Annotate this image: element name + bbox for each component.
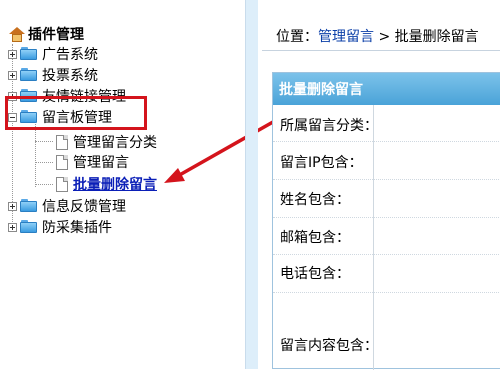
- document-icon: [56, 154, 68, 170]
- plugin-tree: 插件管理 广告系统 投票系统 友情链接管理 留言板管理 管理留言分类 管理留言 …: [0, 0, 245, 369]
- expand-plus-icon[interactable]: [8, 201, 17, 211]
- folder-icon: [20, 68, 38, 82]
- folder-icon: [20, 220, 38, 234]
- tree-item-label: 广告系统: [42, 47, 98, 63]
- breadcrumb-link[interactable]: 管理留言: [318, 29, 374, 45]
- divider: [262, 50, 500, 51]
- name-input[interactable]: [373, 179, 500, 217]
- tree-subitem-label-active[interactable]: 批量删除留言: [73, 174, 157, 194]
- document-icon: [56, 176, 68, 192]
- breadcrumb-prefix: 位置：: [276, 29, 318, 45]
- annotation-highlight-box: [5, 96, 147, 130]
- expand-plus-icon[interactable]: [8, 49, 17, 59]
- document-icon: [56, 134, 68, 150]
- folder-icon: [20, 199, 38, 213]
- field-label: 所属留言分类：: [280, 118, 378, 134]
- tree-item-ads[interactable]: 广告系统: [8, 44, 98, 64]
- email-input[interactable]: [373, 217, 500, 254]
- form-row-name: 姓名包含：: [273, 179, 500, 218]
- tree-item-anticrawl[interactable]: 防采集插件: [8, 217, 112, 237]
- form-row-phone: 电话包含：: [273, 254, 500, 293]
- content-input[interactable]: [373, 292, 500, 370]
- category-select[interactable]: [373, 105, 500, 141]
- form-row-email: 邮箱包含：: [273, 217, 500, 255]
- batch-delete-form: 批量删除留言 所属留言分类： 留言IP包含： 姓名包含： 邮箱包含： 电话包含：…: [272, 72, 500, 370]
- tree-item-label: 防采集插件: [42, 220, 112, 236]
- field-label: 电话包含：: [280, 266, 350, 282]
- main-content: 位置：管理留言 > 批量删除留言 批量删除留言 所属留言分类： 留言IP包含： …: [262, 0, 500, 370]
- breadcrumb: 位置：管理留言 > 批量删除留言: [276, 26, 479, 46]
- home-icon: [9, 26, 25, 42]
- form-title: 批量删除留言: [273, 73, 500, 105]
- sidebar-splitter[interactable]: [245, 0, 258, 369]
- expand-plus-icon[interactable]: [8, 222, 17, 232]
- form-row-ip: 留言IP包含：: [273, 141, 500, 180]
- form-row-category: 所属留言分类：: [273, 105, 500, 142]
- breadcrumb-separator: >: [374, 29, 395, 45]
- field-label: 邮箱包含：: [280, 230, 350, 246]
- tree-subitem-batch-delete[interactable]: 批量删除留言: [56, 174, 157, 194]
- tree-subitem-manage-messages[interactable]: 管理留言: [56, 152, 129, 172]
- tree-subitem-label: 管理留言分类: [73, 135, 157, 151]
- tree-subitem-manage-categories[interactable]: 管理留言分类: [56, 132, 157, 152]
- tree-root[interactable]: 插件管理: [9, 24, 84, 44]
- tree-item-vote[interactable]: 投票系统: [8, 65, 98, 85]
- phone-input[interactable]: [373, 254, 500, 292]
- folder-icon: [20, 47, 38, 61]
- tree-root-label: 插件管理: [28, 27, 84, 43]
- expand-plus-icon[interactable]: [8, 70, 17, 80]
- form-row-content: 留言内容包含：: [273, 292, 500, 370]
- field-label: 留言内容包含：: [280, 338, 378, 354]
- field-label: 姓名包含：: [280, 192, 350, 208]
- breadcrumb-current: 批量删除留言: [394, 29, 479, 45]
- ip-input[interactable]: [373, 141, 500, 179]
- tree-item-label: 投票系统: [42, 68, 98, 84]
- tree-subitem-label: 管理留言: [73, 155, 129, 171]
- tree-item-label: 信息反馈管理: [42, 199, 126, 215]
- tree-item-feedback[interactable]: 信息反馈管理: [8, 196, 126, 216]
- field-label: 留言IP包含：: [280, 155, 363, 171]
